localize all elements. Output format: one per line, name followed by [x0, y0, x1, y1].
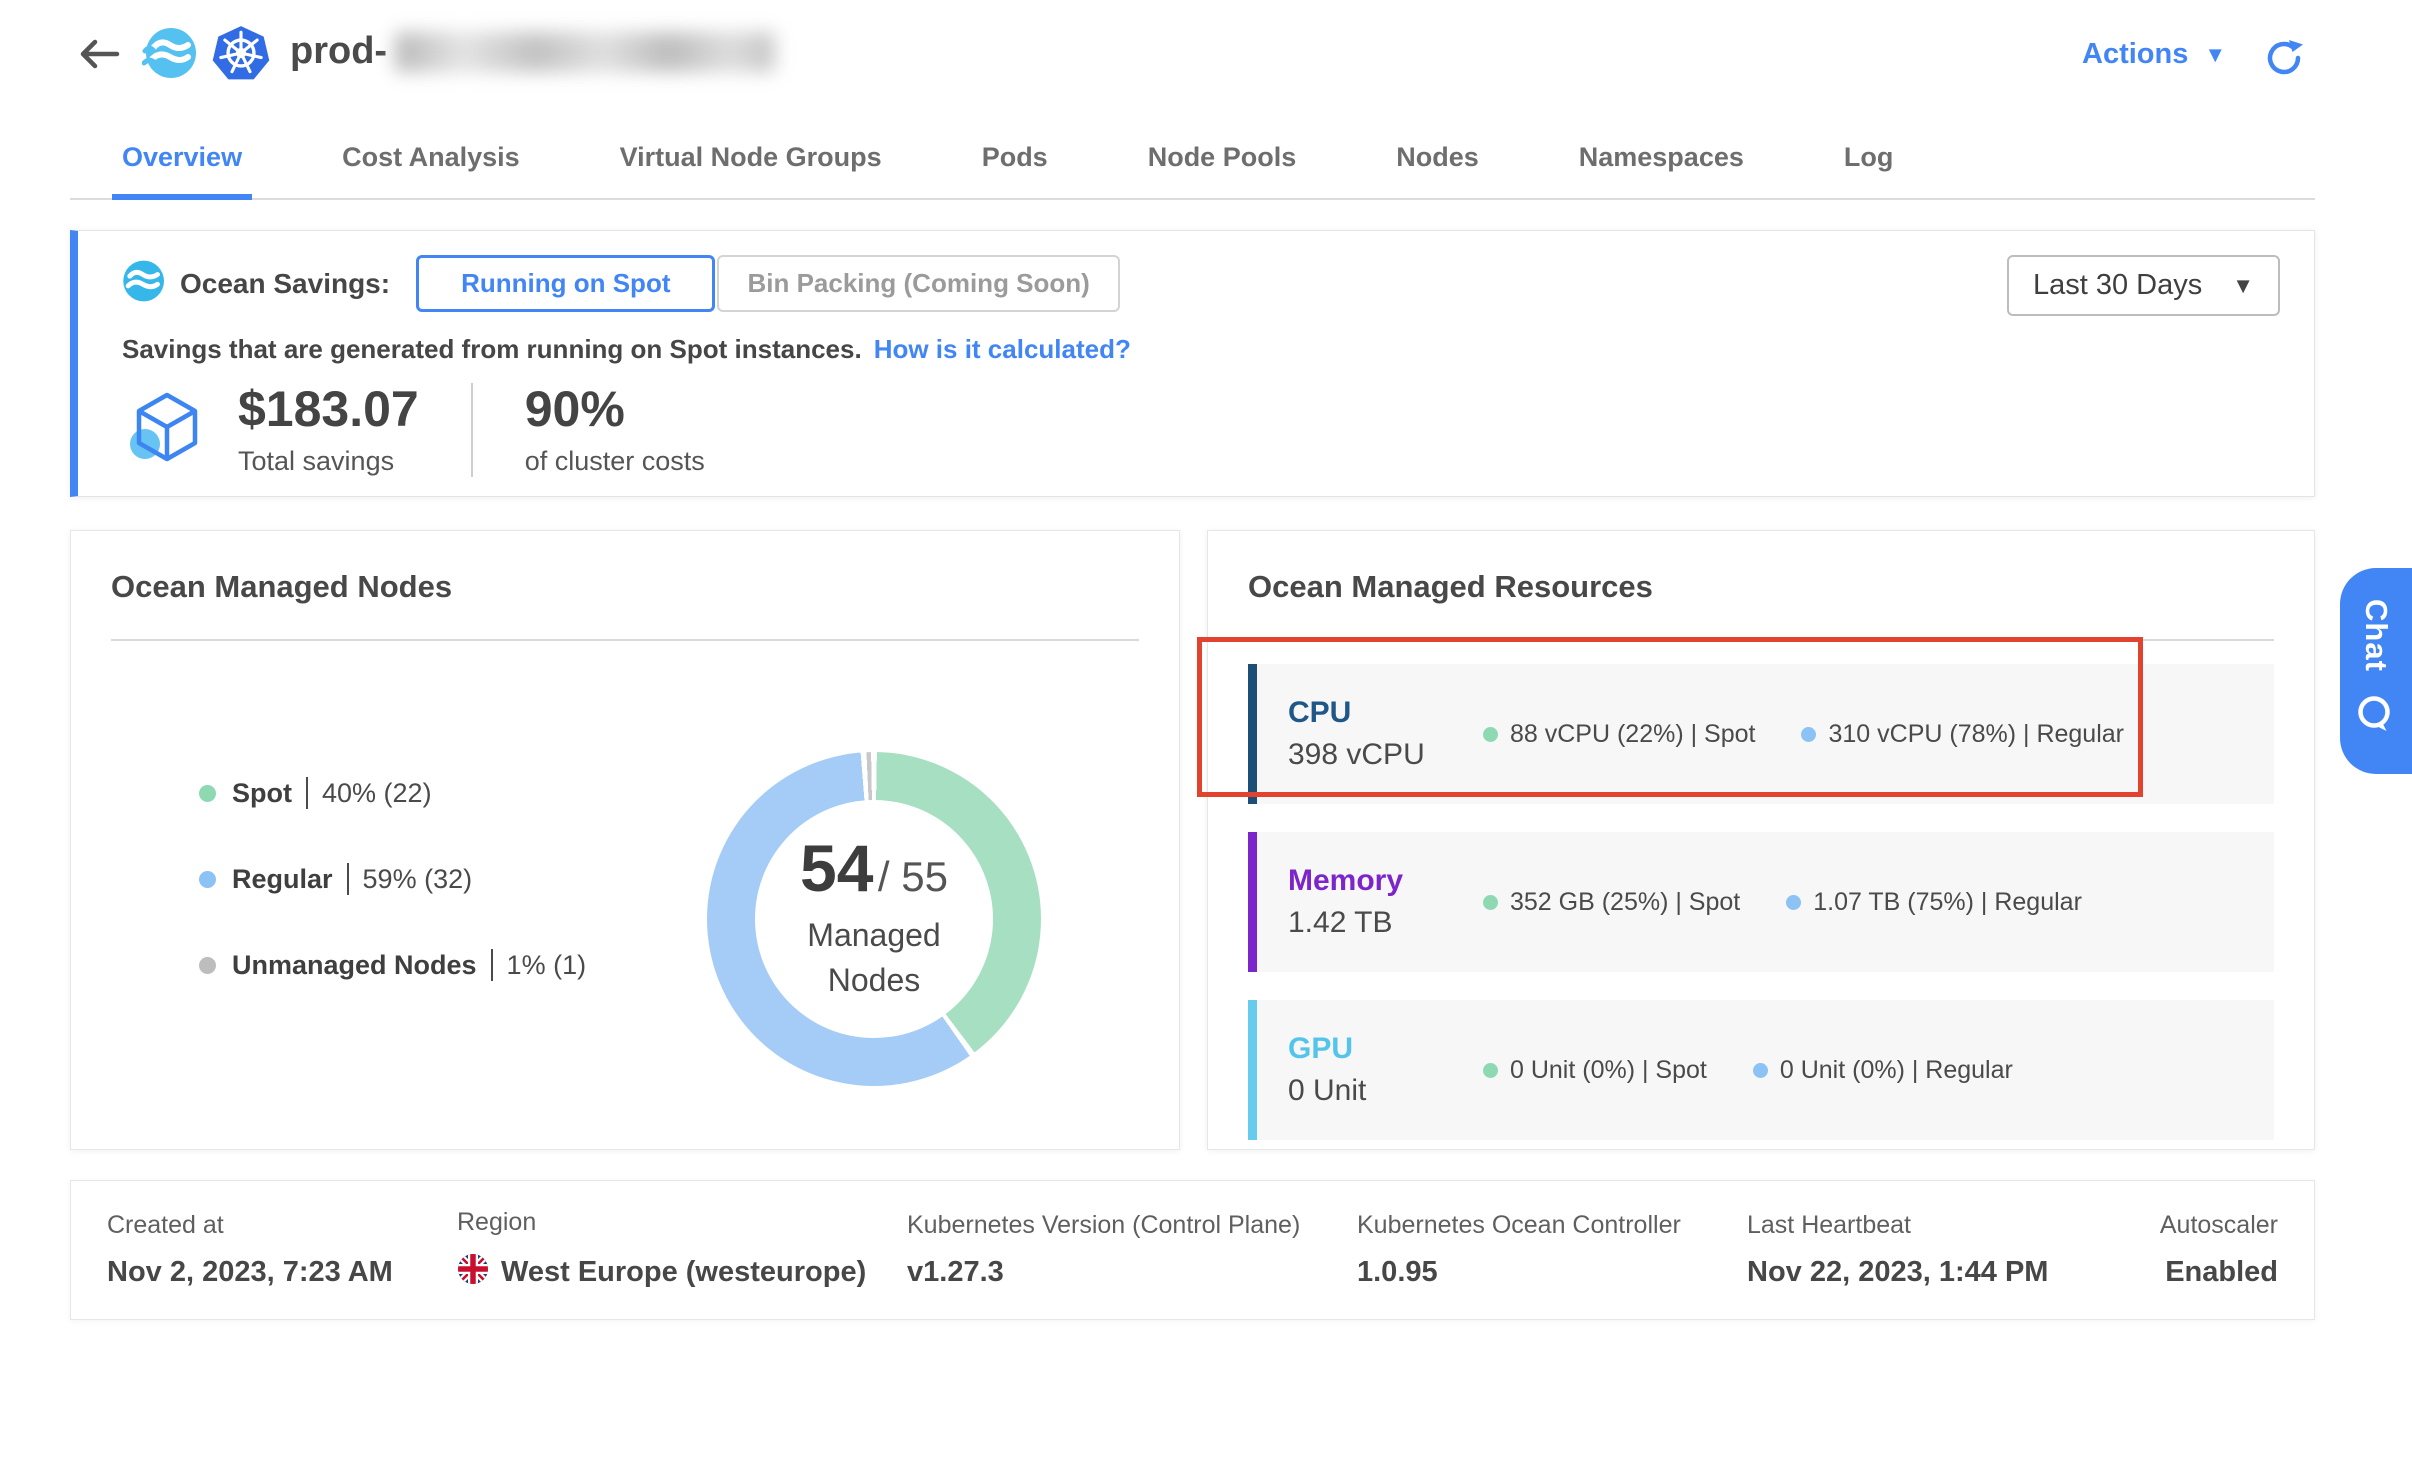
legend-separator — [347, 863, 349, 895]
tab-node-pools[interactable]: Node Pools — [1144, 116, 1301, 198]
k8s-version-column: Kubernetes Version (Control Plane) v1.27… — [907, 1211, 1357, 1289]
actions-button[interactable]: Actions ▼ — [2082, 38, 2226, 71]
chevron-down-icon: ▼ — [2232, 273, 2254, 299]
legend-item-regular: Regular 59% (32) — [199, 863, 586, 895]
resource-rows: CPU 398 vCPU 88 vCPU (22%) | Spot 310 vC… — [1248, 664, 2274, 1140]
chat-button[interactable]: Chat — [2340, 568, 2412, 774]
refresh-button[interactable] — [2262, 36, 2306, 80]
total-savings-metric: $183.07 Total savings — [238, 383, 419, 477]
divider — [111, 639, 1139, 641]
how-calculated-link[interactable]: How is it calculated? — [874, 334, 1131, 364]
tab-bar: Overview Cost Analysis Virtual Node Grou… — [70, 116, 2315, 200]
ocean-savings-icon — [120, 259, 164, 308]
tab-cost-analysis[interactable]: Cost Analysis — [338, 116, 524, 198]
legend-item-spot: Spot 40% (22) — [199, 777, 586, 809]
region-column: Region West Europe (westeurope) — [457, 1208, 907, 1293]
spot-dot-icon — [1483, 727, 1498, 742]
nodes-legend: Spot 40% (22) Regular 59% (32) Unmanaged… — [199, 777, 586, 981]
managed-nodes-donut-chart: 54 / 55 Managed Nodes — [707, 752, 1041, 1086]
savings-description: Savings that are generated from running … — [122, 334, 1131, 365]
unmanaged-dot-icon — [199, 957, 216, 974]
bin-packing-toggle[interactable]: Bin Packing (Coming Soon) — [717, 255, 1119, 312]
regular-dot-icon — [1753, 1063, 1768, 1078]
regular-dot-icon — [199, 871, 216, 888]
resource-row-gpu: GPU 0 Unit 0 Unit (0%) | Spot 0 Unit (0%… — [1248, 1000, 2274, 1140]
back-button[interactable] — [75, 32, 123, 76]
tab-pods[interactable]: Pods — [978, 116, 1052, 198]
cpu-spot-stat: 88 vCPU (22%) | Spot — [1483, 720, 1755, 749]
regular-dot-icon — [1801, 727, 1816, 742]
chat-bubble-icon — [2353, 692, 2399, 743]
metric-divider — [471, 383, 473, 477]
ocean-logo-icon — [142, 26, 196, 85]
memory-regular-stat: 1.07 TB (75%) | Regular — [1786, 888, 2082, 917]
actions-label: Actions — [2082, 38, 2188, 71]
legend-separator — [491, 949, 493, 981]
page: prod- Actions ▼ Overview Cost Analysis V… — [0, 0, 2412, 1478]
cluster-name-prefix: prod- — [290, 30, 387, 73]
refresh-icon — [2262, 67, 2306, 84]
savings-cube-icon — [126, 387, 208, 474]
page-title: prod- — [290, 30, 775, 73]
percent-value: 90% — [525, 383, 705, 436]
savings-metrics: $183.07 Total savings 90% of cluster cos… — [126, 383, 705, 477]
resource-row-cpu: CPU 398 vCPU 88 vCPU (22%) | Spot 310 vC… — [1248, 664, 2274, 804]
spot-dot-icon — [1483, 895, 1498, 910]
period-dropdown[interactable]: Last 30 Days ▼ — [2007, 255, 2280, 316]
cluster-info-bar: Created at Nov 2, 2023, 7:23 AM Region — [70, 1180, 2315, 1320]
chevron-down-icon: ▼ — [2204, 42, 2226, 68]
back-arrow-icon — [75, 63, 123, 80]
ocean-controller-column: Kubernetes Ocean Controller 1.0.95 — [1357, 1211, 1747, 1289]
cpu-regular-stat: 310 vCPU (78%) | Regular — [1801, 720, 2124, 749]
donut-center-text: 54 / 55 Managed Nodes — [707, 752, 1041, 1086]
tab-nodes[interactable]: Nodes — [1392, 116, 1483, 198]
managed-resources-title: Ocean Managed Resources — [1248, 569, 1653, 605]
spot-dot-icon — [199, 785, 216, 802]
tab-overview[interactable]: Overview — [118, 116, 246, 198]
tab-log[interactable]: Log — [1840, 116, 1897, 198]
created-at-column: Created at Nov 2, 2023, 7:23 AM — [107, 1211, 457, 1289]
total-savings-label: Total savings — [238, 446, 419, 477]
tab-namespaces[interactable]: Namespaces — [1575, 116, 1748, 198]
divider — [1248, 639, 2274, 641]
kubernetes-logo-icon — [212, 24, 270, 87]
gpu-spot-stat: 0 Unit (0%) | Spot — [1483, 1056, 1707, 1085]
memory-spot-stat: 352 GB (25%) | Spot — [1483, 888, 1740, 917]
managed-nodes-title: Ocean Managed Nodes — [111, 569, 452, 605]
uk-flag-icon — [457, 1253, 489, 1293]
savings-toggle-group: Running on Spot Bin Packing (Coming Soon… — [416, 255, 1120, 312]
ocean-managed-nodes-card: Ocean Managed Nodes Spot 40% (22) Regula… — [70, 530, 1180, 1150]
cluster-cost-percent-metric: 90% of cluster costs — [525, 383, 705, 477]
legend-separator — [306, 777, 308, 809]
total-savings-value: $183.07 — [238, 383, 419, 436]
savings-label: Ocean Savings: — [180, 268, 390, 300]
gpu-regular-stat: 0 Unit (0%) | Regular — [1753, 1056, 2013, 1085]
regular-dot-icon — [1786, 895, 1801, 910]
last-heartbeat-column: Last Heartbeat Nov 22, 2023, 1:44 PM — [1747, 1211, 2107, 1289]
tab-virtual-node-groups[interactable]: Virtual Node Groups — [616, 116, 886, 198]
period-value: Last 30 Days — [2033, 269, 2202, 302]
legend-item-unmanaged: Unmanaged Nodes 1% (1) — [199, 949, 586, 981]
percent-label: of cluster costs — [525, 446, 705, 477]
autoscaler-column: Autoscaler Enabled — [2107, 1211, 2278, 1289]
redacted-cluster-name — [395, 32, 775, 72]
ocean-managed-resources-card: Ocean Managed Resources CPU 398 vCPU 88 … — [1207, 530, 2315, 1150]
spot-dot-icon — [1483, 1063, 1498, 1078]
resource-row-memory: Memory 1.42 TB 352 GB (25%) | Spot 1.07 … — [1248, 832, 2274, 972]
running-on-spot-toggle[interactable]: Running on Spot — [416, 255, 715, 312]
savings-header-row: Ocean Savings: Running on Spot Bin Packi… — [120, 255, 1120, 312]
chat-label: Chat — [2358, 599, 2394, 672]
header: prod- Actions ▼ — [0, 0, 2412, 104]
ocean-savings-banner: Ocean Savings: Running on Spot Bin Packi… — [70, 230, 2315, 497]
